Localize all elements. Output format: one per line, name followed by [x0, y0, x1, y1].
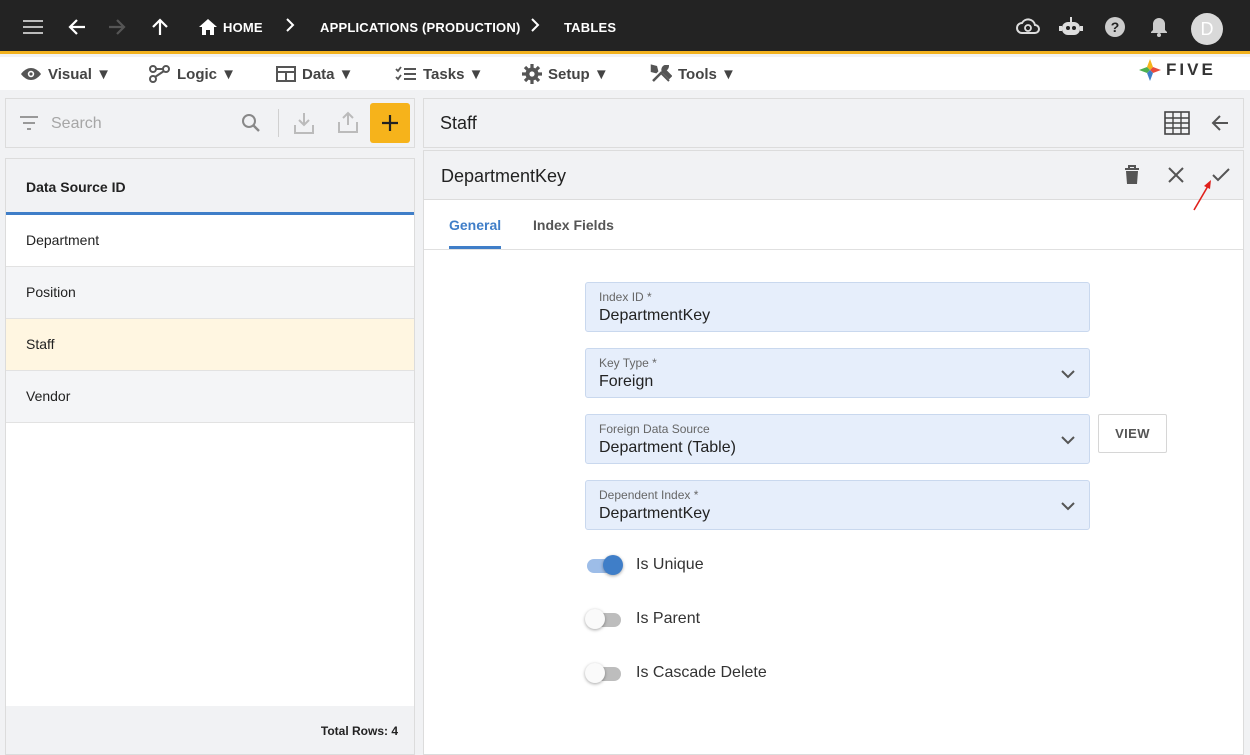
menu-tools[interactable]: Tools ▼ — [650, 63, 736, 85]
key-type-value: Foreign — [599, 373, 654, 390]
grid-view-icon[interactable] — [1164, 110, 1190, 136]
delete-icon[interactable] — [1123, 165, 1141, 185]
toggle-knob — [585, 663, 605, 683]
list-item[interactable]: Vendor — [6, 371, 414, 423]
chevron-down-icon[interactable] — [1061, 366, 1075, 384]
menu-tools-label: Tools ▼ — [678, 65, 736, 83]
list-item[interactable]: Position — [6, 267, 414, 319]
tools-icon — [650, 64, 672, 82]
tasks-icon — [395, 66, 416, 81]
record-title: Staff — [440, 113, 477, 133]
left-toolbar: Search — [5, 98, 415, 148]
menu-setup-label: Setup ▼ — [548, 65, 609, 83]
list-item-label: Department — [26, 232, 100, 248]
foreign-data-source-value: Department (Table) — [599, 439, 736, 456]
list-item-label: Staff — [26, 336, 55, 352]
dependent-index-value: DepartmentKey — [599, 505, 711, 522]
logic-icon — [149, 65, 170, 83]
toolbar-divider — [278, 109, 279, 137]
is-cascade-delete-label: Is Cascade Delete — [636, 664, 767, 681]
top-bar: HOME APPLICATIONS (PRODUCTION) TABLES ? … — [0, 0, 1250, 54]
help-icon[interactable]: ? — [1102, 14, 1128, 40]
search-icon[interactable] — [240, 112, 262, 134]
chevron-right-icon — [285, 17, 295, 38]
is-cascade-delete-toggle[interactable] — [585, 661, 625, 685]
list-item-label: Vendor — [26, 388, 71, 404]
data-source-list: Data Source ID Department Position Staff… — [5, 158, 415, 755]
cloud-sync-icon[interactable] — [1015, 14, 1041, 40]
chevron-down-icon[interactable] — [1061, 498, 1075, 516]
forward-arrow-icon[interactable] — [104, 14, 130, 40]
toggle-knob — [585, 609, 605, 629]
column-header[interactable]: Data Source ID — [6, 159, 414, 215]
logo-text: FIVE — [1166, 60, 1216, 79]
eye-icon — [21, 68, 41, 80]
menu-data-label: Data ▼ — [302, 65, 354, 83]
five-logo-mark — [1139, 59, 1161, 81]
chevron-right-icon — [530, 17, 540, 38]
menu-bar: Visual ▼ Logic ▼ Data ▼ Tasks ▼ Setup ▼ … — [0, 57, 1250, 90]
avatar[interactable]: D — [1191, 13, 1223, 45]
breadcrumb-tables[interactable]: TABLES — [564, 20, 616, 35]
record-header: Staff — [423, 98, 1244, 148]
total-rows: Total Rows: 4 — [320, 724, 398, 738]
dependent-index-select[interactable]: Dependent Index * DepartmentKey — [585, 480, 1090, 530]
chevron-down-icon[interactable] — [1061, 432, 1075, 450]
list-item-label: Position — [26, 284, 76, 300]
is-unique-label: Is Unique — [636, 556, 704, 573]
index-id-field[interactable]: Index ID * DepartmentKey — [585, 282, 1090, 332]
close-icon[interactable] — [1167, 166, 1185, 184]
menu-setup[interactable]: Setup ▼ — [522, 63, 609, 85]
list-item-selected[interactable]: Staff — [6, 319, 414, 371]
filter-icon[interactable] — [18, 113, 40, 133]
menu-logic[interactable]: Logic ▼ — [149, 63, 236, 85]
active-tab-indicator — [449, 246, 501, 249]
is-unique-toggle[interactable] — [585, 553, 625, 577]
menu-visual-label: Visual ▼ — [48, 65, 111, 83]
view-button[interactable]: VIEW — [1098, 414, 1167, 453]
robot-icon[interactable] — [1058, 14, 1084, 40]
menu-data[interactable]: Data ▼ — [276, 63, 354, 85]
upload-icon[interactable] — [337, 110, 359, 134]
menu-tasks-label: Tasks ▼ — [423, 65, 484, 83]
form-header: DepartmentKey — [424, 151, 1243, 211]
add-button[interactable] — [370, 103, 410, 143]
hamburger-menu-icon[interactable] — [20, 14, 46, 40]
list-item[interactable]: Department — [6, 215, 414, 267]
is-parent-label: Is Parent — [636, 610, 701, 627]
form-title: DepartmentKey — [441, 166, 567, 186]
foreign-data-source-label: Foreign Data Source — [599, 422, 710, 436]
index-id-value: DepartmentKey — [599, 307, 711, 324]
download-icon[interactable] — [293, 111, 315, 135]
menu-visual[interactable]: Visual ▼ — [20, 63, 111, 85]
tab-bar: General Index Fields — [424, 200, 1243, 250]
index-form: DepartmentKey General Index Fields Index… — [423, 150, 1244, 755]
up-arrow-icon[interactable] — [147, 14, 173, 40]
key-type-label: Key Type * — [599, 356, 657, 370]
column-header-label: Data Source ID — [26, 179, 126, 195]
bell-icon[interactable] — [1146, 14, 1172, 40]
foreign-data-source-select[interactable]: Foreign Data Source Department (Table) — [585, 414, 1090, 464]
menu-logic-label: Logic ▼ — [177, 65, 237, 83]
tab-index-fields[interactable]: Index Fields — [533, 217, 614, 233]
back-arrow-icon[interactable] — [64, 14, 90, 40]
search-input[interactable]: Search — [51, 115, 102, 133]
svg-text:?: ? — [1111, 19, 1120, 35]
menu-tasks[interactable]: Tasks ▼ — [395, 63, 483, 85]
is-parent-toggle[interactable] — [585, 607, 625, 631]
toggle-knob — [603, 555, 623, 575]
key-type-select[interactable]: Key Type * Foreign — [585, 348, 1090, 398]
dependent-index-label: Dependent Index * — [599, 488, 699, 502]
list-footer: Total Rows: 4 — [6, 706, 414, 754]
index-id-label: Index ID * — [599, 290, 652, 304]
back-arrow-icon[interactable] — [1210, 113, 1230, 133]
tab-general[interactable]: General — [449, 217, 501, 233]
table-icon — [276, 66, 296, 82]
gear-icon — [522, 64, 542, 84]
home-icon[interactable] — [195, 14, 221, 40]
breadcrumb-applications[interactable]: APPLICATIONS (PRODUCTION) — [320, 20, 520, 35]
breadcrumb-home[interactable]: HOME — [223, 20, 263, 35]
plus-icon — [382, 115, 398, 131]
five-logo: FIVE — [1138, 58, 1216, 82]
